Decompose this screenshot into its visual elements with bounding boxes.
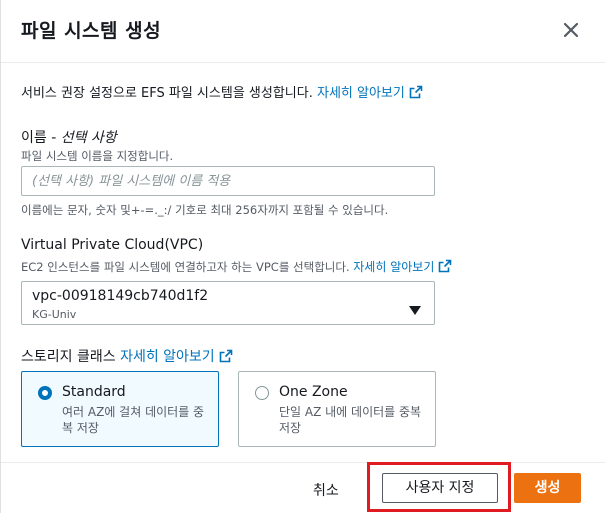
- storage-class-label-row: 스토리지 클래스 자세히 알아보기: [21, 346, 233, 367]
- intro-learn-more-link[interactable]: 자세히 알아보기: [316, 85, 423, 103]
- vpc-selected-id: vpc-00918149cb740d1f2: [32, 288, 209, 304]
- file-system-name-input[interactable]: [21, 166, 435, 196]
- intro-text: 서비스 권장 설정으로 EFS 파일 시스템을 생성합니다. 자세히 알아보기: [21, 82, 423, 103]
- modal-title: 파일 시스템 생성: [21, 20, 162, 42]
- storage-class-learn-more-link[interactable]: 자세히 알아보기: [120, 349, 233, 365]
- name-label: 이름 - 선택 사항: [21, 127, 117, 147]
- vpc-learn-more-link[interactable]: 자세히 알아보기: [353, 259, 452, 276]
- storage-option-standard[interactable]: Standard 여러 AZ에 걸쳐 데이터를 중복 저장: [21, 371, 219, 447]
- name-label-optional: 선택 사항: [60, 130, 117, 146]
- one-zone-title: One Zone: [279, 384, 348, 400]
- standard-title: Standard: [62, 384, 126, 400]
- name-description: 파일 시스템 이름을 지정합니다.: [21, 149, 174, 163]
- storage-class-label: 스토리지 클래스: [21, 349, 116, 365]
- name-label-text: 이름 -: [21, 130, 61, 146]
- storage-link-label: 자세히 알아보기: [120, 349, 215, 365]
- external-link-icon: [438, 259, 452, 276]
- radio-standard[interactable]: [38, 386, 52, 400]
- storage-option-one-zone[interactable]: One Zone 단일 AZ 내에 데이터를 중복 저장: [238, 371, 436, 447]
- vpc-link-label: 자세히 알아보기: [353, 260, 435, 274]
- customize-button[interactable]: 사용자 지정: [382, 473, 498, 503]
- close-icon[interactable]: [559, 18, 583, 42]
- name-constraint: 이름에는 문자, 숫자 및+-=._:/ 기호로 최대 256자까지 포함될 수…: [21, 203, 389, 217]
- create-button[interactable]: 생성: [514, 473, 581, 503]
- external-link-icon: [409, 85, 423, 103]
- one-zone-description: 단일 AZ 내에 데이터를 중복 저장: [279, 405, 422, 435]
- create-file-system-modal: 파일 시스템 생성 서비스 권장 설정으로 EFS 파일 시스템을 생성합니다.…: [0, 0, 605, 513]
- standard-description: 여러 AZ에 걸쳐 데이터를 중복 저장: [62, 405, 205, 435]
- vpc-select[interactable]: vpc-00918149cb740d1f2 KG-Univ: [21, 281, 435, 325]
- caret-down-icon: [409, 300, 421, 319]
- intro-link-label: 자세히 알아보기: [316, 86, 405, 101]
- cancel-button[interactable]: 취소: [313, 480, 339, 500]
- intro-description: 서비스 권장 설정으로 EFS 파일 시스템을 생성합니다.: [21, 86, 313, 101]
- radio-one-zone[interactable]: [255, 386, 269, 400]
- vpc-description: EC2 인스턴스를 파일 시스템에 연결하고자 하는 VPC를 선택합니다.: [21, 260, 350, 274]
- vpc-description-row: EC2 인스턴스를 파일 시스템에 연결하고자 하는 VPC를 선택합니다. 자…: [21, 258, 452, 276]
- modal-header: 파일 시스템 생성: [1, 0, 605, 63]
- vpc-selected-name: KG-Univ: [32, 308, 77, 321]
- vpc-label: Virtual Private Cloud(VPC): [21, 237, 204, 253]
- external-link-icon: [219, 349, 233, 367]
